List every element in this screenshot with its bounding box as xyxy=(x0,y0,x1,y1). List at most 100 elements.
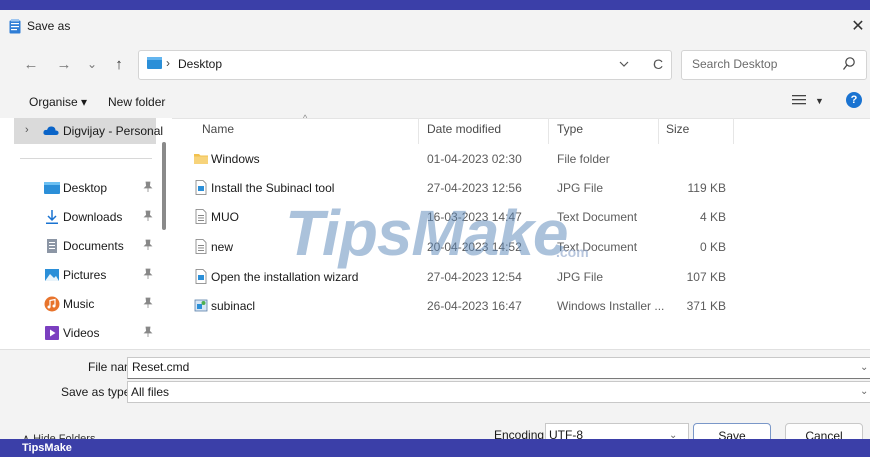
up-button[interactable]: ↑ xyxy=(108,52,130,76)
desktop-icon xyxy=(44,182,60,194)
watermark: TipsMake xyxy=(285,197,568,269)
column-header-date-modified[interactable]: Date modified xyxy=(427,122,501,136)
save-type-label: Save as type: xyxy=(61,385,134,399)
sidebar-item-label: Desktop xyxy=(63,181,108,195)
sidebar-item-label: Digvijay - Personal xyxy=(63,124,164,138)
file-type: Windows Installer ... xyxy=(557,299,665,313)
sidebar-divider xyxy=(20,158,152,159)
save-type-select[interactable] xyxy=(127,381,870,403)
file-row-subinacl[interactable]: subinacl 26-04-2023 16:47 Windows Instal… xyxy=(174,291,754,320)
text-file-icon xyxy=(195,239,207,254)
pictures-icon xyxy=(45,269,59,281)
up-arrow-icon: ↑ xyxy=(115,55,123,73)
sidebar-item-label: Music xyxy=(63,297,95,311)
help-button[interactable]: ? xyxy=(846,92,862,108)
pin-icon xyxy=(143,297,153,308)
pin-icon xyxy=(143,268,153,279)
chevron-down-icon[interactable]: ⌄ xyxy=(860,386,868,397)
onedrive-cloud-icon xyxy=(43,126,59,135)
sidebar-item-music[interactable]: Music xyxy=(40,292,180,316)
installer-file-icon xyxy=(194,299,208,312)
new-folder-button[interactable]: New folder xyxy=(108,95,165,109)
view-dropdown-icon[interactable]: ▼ xyxy=(815,96,824,106)
pin-icon xyxy=(143,210,153,221)
pin-icon xyxy=(143,181,153,192)
file-size: 0 KB xyxy=(699,240,726,254)
watermark-suffix: .com xyxy=(556,244,589,260)
file-name: subinacl xyxy=(211,299,256,313)
file-type: JPG File xyxy=(557,181,604,195)
file-row-windows[interactable]: Windows 01-04-2023 02:30 File folder xyxy=(174,144,754,173)
pin-icon xyxy=(143,326,153,337)
sort-ascending-icon: ^ xyxy=(303,113,308,123)
sidebar-item-label: Downloads xyxy=(63,210,123,224)
download-icon xyxy=(46,210,58,224)
navigation-pane-scrollbar[interactable] xyxy=(162,142,166,230)
window-title: Save as xyxy=(27,19,71,33)
sidebar-item-downloads[interactable]: Downloads xyxy=(40,205,180,229)
organise-menu-button[interactable]: Organise ▾ xyxy=(29,95,87,109)
folder-icon xyxy=(194,154,208,164)
forward-arrow-icon: → xyxy=(56,55,72,73)
column-divider[interactable] xyxy=(418,118,419,144)
column-divider[interactable] xyxy=(658,118,659,144)
brand-strip xyxy=(0,439,870,457)
file-size: 119 KB xyxy=(687,181,726,195)
file-name: Windows xyxy=(211,152,260,166)
sidebar-item-label: Pictures xyxy=(63,268,107,282)
back-button[interactable]: ← xyxy=(20,52,42,76)
file-type: File folder xyxy=(557,152,610,166)
close-icon: ✕ xyxy=(851,18,865,35)
file-name-input[interactable] xyxy=(127,357,870,379)
chevron-down-icon: ⌄ xyxy=(86,57,98,71)
chevron-down-icon[interactable]: ⌄ xyxy=(860,362,868,373)
file-size: 4 KB xyxy=(699,210,726,224)
title-bar xyxy=(0,10,870,44)
window-accent-strip xyxy=(0,0,870,10)
music-icon xyxy=(44,296,60,312)
sidebar-item-desktop[interactable]: Desktop xyxy=(40,176,180,200)
view-options-icon[interactable] xyxy=(792,94,806,106)
image-file-icon xyxy=(195,269,207,284)
address-history-button[interactable] xyxy=(614,55,634,73)
chevron-down-icon xyxy=(619,61,629,67)
brand-label: TipsMake xyxy=(22,442,72,454)
column-divider[interactable] xyxy=(548,118,549,144)
file-type: Text Document xyxy=(557,210,638,224)
sidebar-item-videos[interactable]: Videos xyxy=(40,321,180,345)
file-date: 26-04-2023 16:47 xyxy=(427,299,522,313)
column-header-type[interactable]: Type xyxy=(557,122,583,136)
column-divider[interactable] xyxy=(733,118,734,144)
breadcrumb-separator: › xyxy=(166,56,170,70)
refresh-button[interactable]: C xyxy=(648,55,668,73)
pin-icon xyxy=(143,239,153,250)
column-header-size[interactable]: Size xyxy=(666,122,689,136)
back-arrow-icon: ← xyxy=(23,55,39,73)
close-button[interactable]: ✕ xyxy=(846,14,870,38)
file-name: Install the Subinacl tool xyxy=(211,181,335,195)
search-placeholder: Search Desktop xyxy=(692,57,778,71)
file-name-value: Reset.cmd xyxy=(132,360,190,374)
image-file-icon xyxy=(195,180,207,195)
breadcrumb-desktop[interactable]: Desktop xyxy=(178,57,222,71)
file-type: JPG File xyxy=(557,270,604,284)
file-date: 27-04-2023 12:54 xyxy=(427,270,522,284)
forward-button[interactable]: → xyxy=(53,52,75,76)
save-type-value: All files xyxy=(131,385,170,399)
column-header-name[interactable]: Name xyxy=(202,122,234,136)
refresh-icon: C xyxy=(652,56,664,72)
desktop-folder-icon xyxy=(147,57,162,69)
file-name: Open the installation wizard xyxy=(211,270,359,284)
expand-chevron-icon[interactable]: › xyxy=(25,124,29,136)
notepad-icon xyxy=(9,19,21,34)
help-icon: ? xyxy=(850,94,858,106)
recent-locations-button[interactable]: ⌄ xyxy=(81,52,103,76)
text-file-icon xyxy=(195,209,207,224)
file-size: 107 KB xyxy=(686,270,726,284)
search-icon xyxy=(842,57,855,70)
documents-icon xyxy=(47,239,57,253)
sidebar-item-label: Videos xyxy=(63,326,100,340)
sidebar-item-documents[interactable]: Documents xyxy=(40,234,180,258)
sidebar-item-pictures[interactable]: Pictures xyxy=(40,263,180,287)
file-date: 01-04-2023 02:30 xyxy=(427,152,522,166)
